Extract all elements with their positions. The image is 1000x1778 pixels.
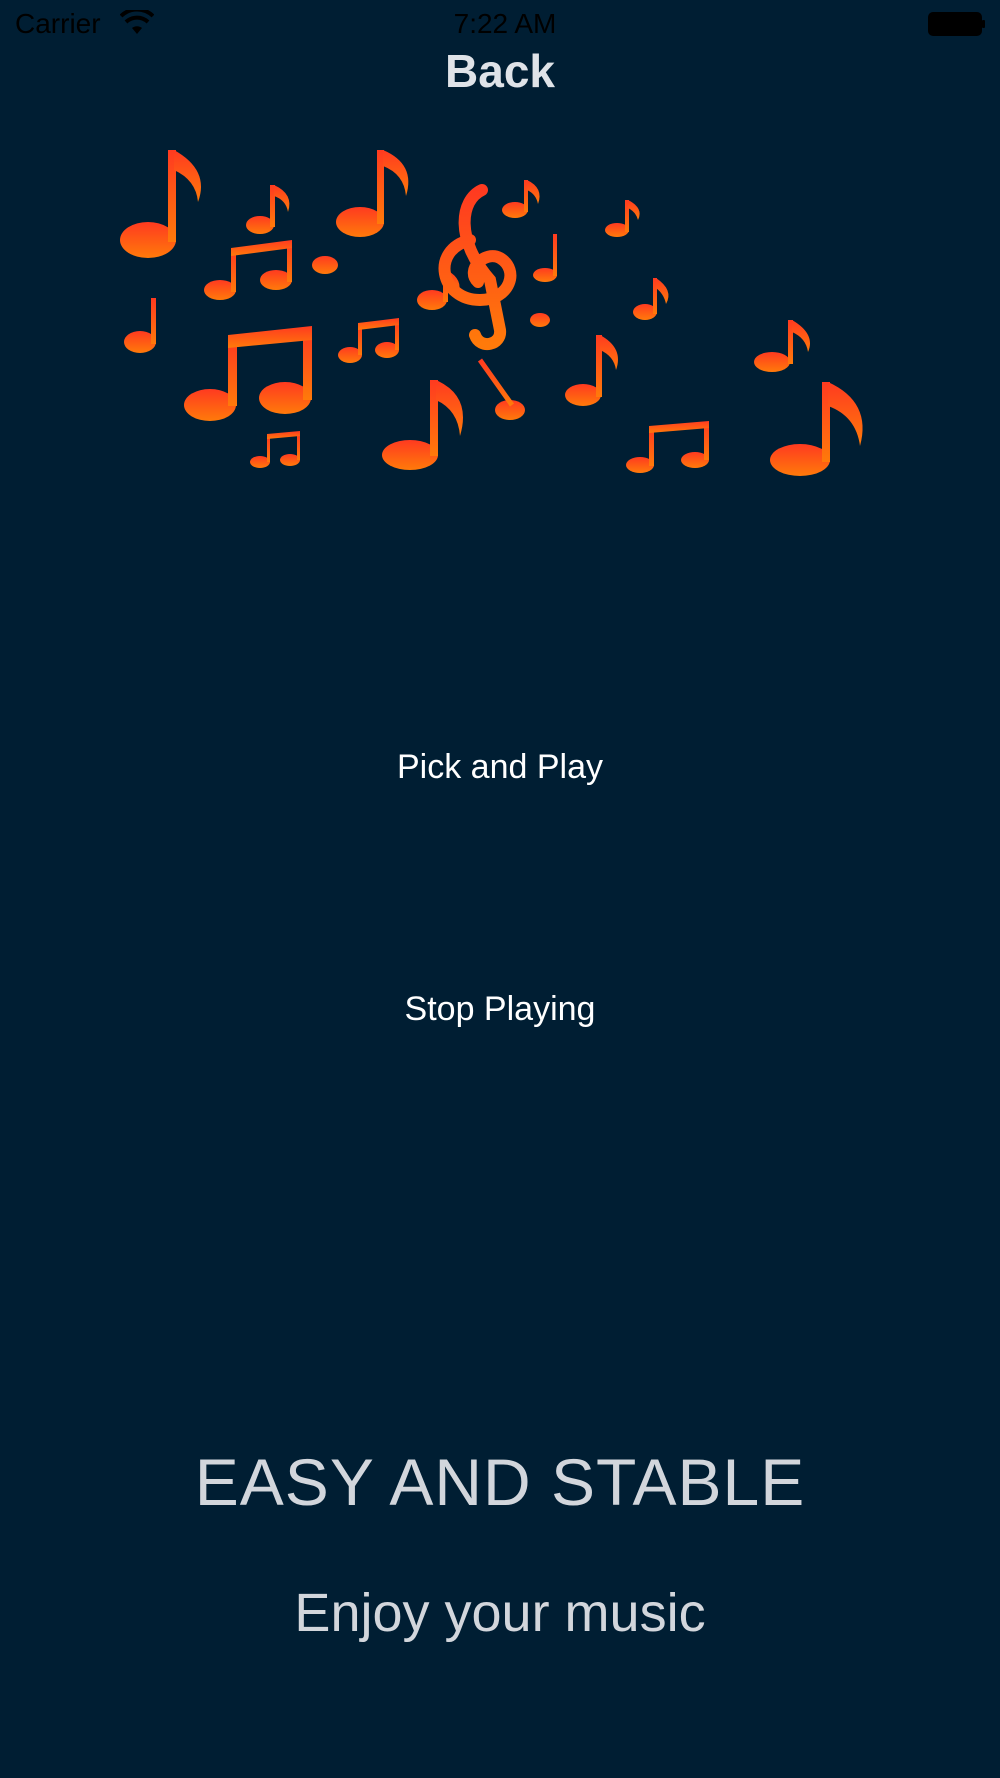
back-button[interactable]: Back	[0, 44, 1000, 98]
music-notes-illustration	[120, 150, 863, 476]
promo-headline: EASY AND STABLE	[194, 1445, 806, 1519]
pick-and-play-button[interactable]: Pick and Play	[0, 748, 1000, 787]
status-time: 7:22 AM	[453, 8, 557, 39]
screen: Carrier 7:22 AM Back Pick and Play Stop …	[0, 0, 1000, 1778]
stop-playing-button[interactable]: Stop Playing	[0, 990, 1000, 1029]
battery-icon	[928, 12, 985, 36]
promo-subline: Enjoy your music	[294, 1583, 706, 1643]
status-bar: Carrier 7:22 AM	[0, 0, 1000, 50]
